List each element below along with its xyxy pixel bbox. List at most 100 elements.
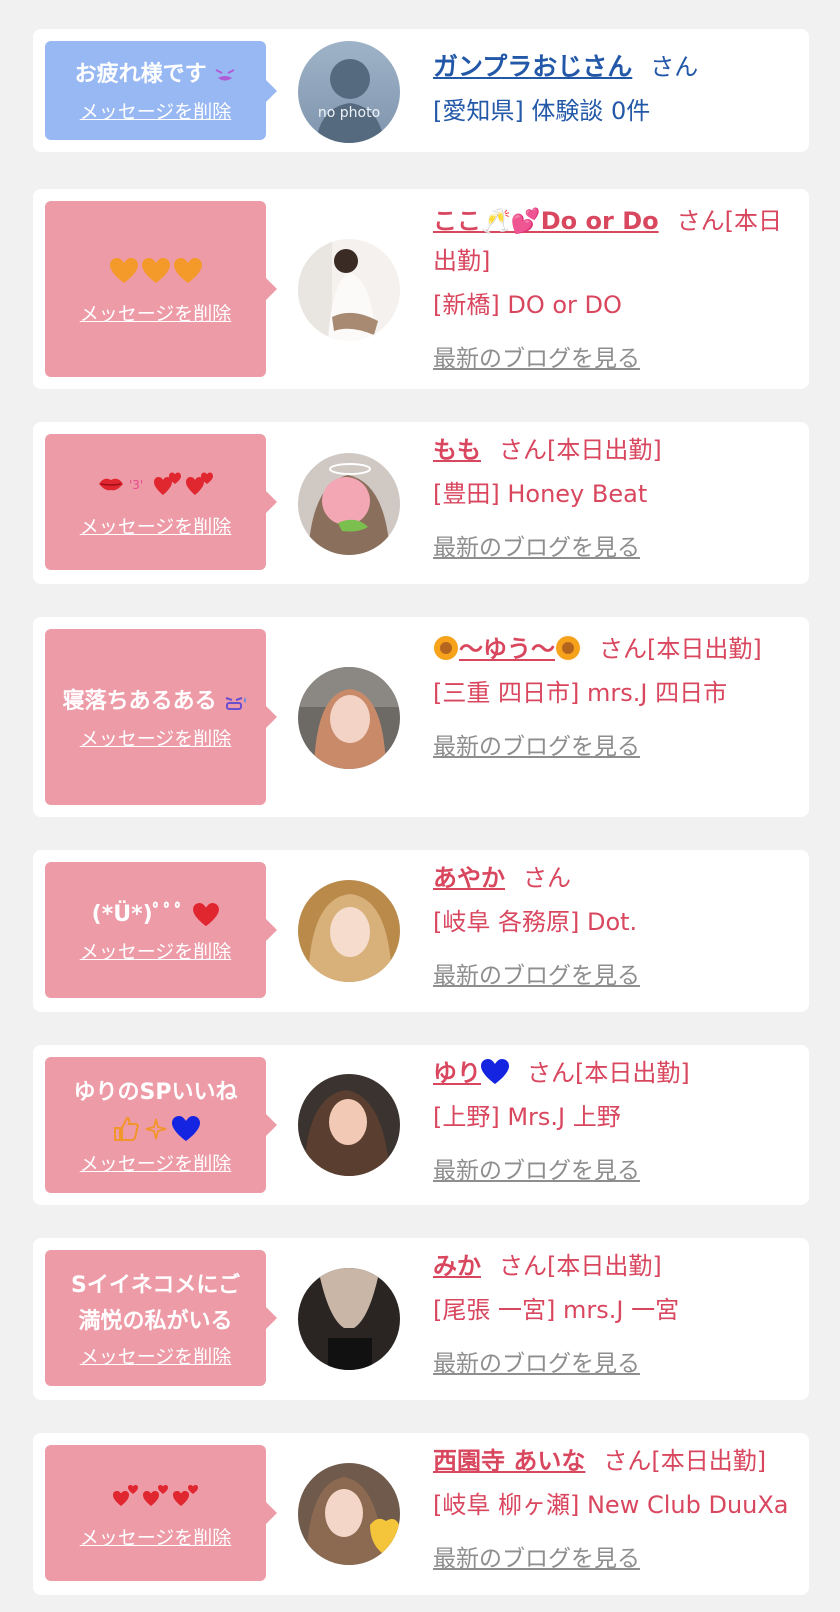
message-bubble: (*Ü*)ﾟﾟﾟ メッセージを削除 xyxy=(45,862,277,998)
avatar[interactable] xyxy=(298,667,400,769)
member-photo xyxy=(298,880,400,982)
message-text: 寝落ちあるある xyxy=(57,684,255,720)
honorific: さん xyxy=(650,53,699,81)
member-location: [新橋] DO or DO xyxy=(433,291,622,319)
message-card: メッセージを削除 ここ🥂💕Do or Do さん[本日出勤] [新橋] DO or… xyxy=(33,189,809,389)
message-text: ゆりのSPいいね xyxy=(73,1079,238,1105)
message-bubble: お疲れ様です メッセージを削除 xyxy=(45,41,277,140)
avatar[interactable] xyxy=(298,1074,400,1176)
two-hearts-icon xyxy=(185,472,213,495)
tired-face-icon xyxy=(215,69,235,81)
member-info: 西園寺 あいな さん[本日出勤] [岐阜 柳ヶ瀬] New Club DuuXa … xyxy=(433,1441,805,1579)
message-card: '3' メッセージを削除 もも さん[本日出勤] [豊田] Honey Beat … xyxy=(33,422,809,584)
delete-message-link[interactable]: メッセージを削除 xyxy=(80,724,232,751)
revolving-hearts-icon xyxy=(142,1484,168,1506)
orange-heart-icon xyxy=(109,257,138,283)
message-emoji-row xyxy=(112,1111,200,1147)
member-photo xyxy=(298,1268,400,1370)
delete-message-link[interactable]: メッセージを削除 xyxy=(80,1342,232,1369)
avatar[interactable] xyxy=(298,1463,400,1565)
delete-message-link[interactable]: メッセージを削除 xyxy=(80,1523,232,1550)
member-location: [岐阜 柳ヶ瀬] New Club DuuXa xyxy=(433,1491,789,1519)
member-name-link[interactable]: ここ🥂💕Do or Do xyxy=(433,207,659,235)
message-text: お疲れ様です xyxy=(69,57,243,93)
avatar[interactable]: no photo xyxy=(298,41,400,143)
member-info: ゆり さん[本日出勤] [上野] Mrs.J 上野 最新のブログを見る xyxy=(433,1053,793,1191)
message-card: 寝落ちあるある メッセージを削除 〜ゆう〜さん[本日出勤] [三重 四日市] xyxy=(33,617,809,817)
member-name-link[interactable]: みか xyxy=(433,1252,481,1280)
message-text: (*Ü*)ﾟﾟﾟ xyxy=(86,897,226,933)
member-name-link[interactable]: 〜ゆう〜 xyxy=(433,635,581,663)
message-bubble: '3' メッセージを削除 xyxy=(45,434,277,570)
message-card: お疲れ様です メッセージを削除 no photo ガンプラおじさん さん [愛知… xyxy=(33,29,809,152)
message-emoji-row xyxy=(109,253,202,289)
no-photo-silhouette-icon xyxy=(298,41,400,143)
member-info: ここ🥂💕Do or Do さん[本日出勤] [新橋] DO or DO 最新のブロ… xyxy=(433,201,793,379)
thumbs-up-icon xyxy=(113,1116,139,1141)
member-name-link[interactable]: ガンプラおじさん xyxy=(433,52,632,81)
avatar[interactable] xyxy=(298,880,400,982)
message-bubble: メッセージを削除 xyxy=(45,1445,277,1581)
red-heart-icon xyxy=(193,902,220,926)
message-card: (*Ü*)ﾟﾟﾟ メッセージを削除 あやか さん [岐阜 各務原] Dot. 最新… xyxy=(33,850,809,1012)
honorific: さん xyxy=(523,864,571,892)
member-info: 〜ゆう〜 さん[本日出勤] [三重 四日市] mrs.J 四日市 最新のブログを見… xyxy=(433,629,793,767)
avatar[interactable] xyxy=(298,453,400,555)
member-name-link[interactable]: もも xyxy=(433,436,481,464)
latest-blog-link[interactable]: 最新のブログを見る xyxy=(433,528,640,568)
message-emoji-row: '3' xyxy=(98,466,214,502)
message-card: Sイイネコメにご満悦の私がいる メッセージを削除 みか さん[本日出勤] [尾張 … xyxy=(33,1238,809,1400)
sweat-face-icon xyxy=(226,696,247,710)
svg-text:'3': '3' xyxy=(129,478,143,492)
orange-heart-icon xyxy=(141,257,170,283)
message-bubble: Sイイネコメにご満悦の私がいる メッセージを削除 xyxy=(45,1250,277,1386)
latest-blog-link[interactable]: 最新のブログを見る xyxy=(433,1151,640,1191)
avatar[interactable] xyxy=(298,1268,400,1370)
delete-message-link[interactable]: メッセージを削除 xyxy=(80,512,232,539)
delete-message-link[interactable]: メッセージを削除 xyxy=(80,1149,232,1176)
honorific: さん[本日出勤] xyxy=(603,1447,767,1475)
member-photo xyxy=(298,1074,400,1176)
member-location: [三重 四日市] mrs.J 四日市 xyxy=(433,679,728,707)
delete-message-link[interactable]: メッセージを削除 xyxy=(80,937,232,964)
delete-message-link[interactable]: メッセージを削除 xyxy=(80,299,232,326)
member-location: [尾張 一宮] mrs.J 一宮 xyxy=(433,1296,680,1324)
blue-heart-icon xyxy=(171,1115,200,1141)
member-info: みか さん[本日出勤] [尾張 一宮] mrs.J 一宮 最新のブログを見る xyxy=(433,1246,793,1384)
member-photo xyxy=(298,1463,400,1565)
member-location: [愛知県] 体験談 0件 xyxy=(433,97,651,125)
honorific: さん[本日出勤] xyxy=(527,1059,690,1087)
lips-icon xyxy=(98,478,123,490)
latest-blog-link[interactable]: 最新のブログを見る xyxy=(433,1344,640,1384)
sunflower-icon xyxy=(434,636,458,660)
latest-blog-link[interactable]: 最新のブログを見る xyxy=(433,727,640,767)
avatar[interactable] xyxy=(298,239,400,341)
revolving-hearts-icon xyxy=(172,1484,198,1506)
no-photo-label: no photo xyxy=(317,105,381,121)
latest-blog-link[interactable]: 最新のブログを見る xyxy=(433,956,640,996)
message-emoji-row xyxy=(112,1477,199,1513)
member-location: [豊田] Honey Beat xyxy=(433,480,648,508)
sunflower-icon xyxy=(556,636,580,660)
sparkles-icon xyxy=(145,1118,166,1139)
message-bubble: 寝落ちあるある メッセージを削除 xyxy=(45,629,277,805)
honorific: さん[本日出勤] xyxy=(499,436,662,464)
orange-heart-icon xyxy=(173,257,202,283)
honorific: さん[本日出勤] xyxy=(599,635,762,663)
member-photo xyxy=(298,667,400,769)
two-hearts-icon xyxy=(153,472,181,495)
delete-message-link[interactable]: メッセージを削除 xyxy=(80,97,232,124)
member-name-link[interactable]: 西園寺 あいな xyxy=(433,1447,585,1475)
latest-blog-link[interactable]: 最新のブログを見る xyxy=(433,339,640,379)
member-name-link[interactable]: あやか xyxy=(433,864,505,892)
blue-heart-icon xyxy=(481,1059,509,1084)
member-location: [上野] Mrs.J 上野 xyxy=(433,1103,621,1131)
member-name-link[interactable]: ゆり xyxy=(433,1059,509,1087)
kiss-face-icon: '3' xyxy=(129,478,143,492)
member-photo xyxy=(298,453,400,555)
message-bubble: メッセージを削除 xyxy=(45,201,277,377)
message-card: メッセージを削除 西園寺 あいな さん[本日出勤] [岐阜 柳ヶ瀬] New Cl… xyxy=(33,1433,809,1595)
latest-blog-link[interactable]: 最新のブログを見る xyxy=(433,1539,640,1579)
message-bubble: ゆりのSPいいね メッセージを削除 xyxy=(45,1057,277,1193)
message-card: ゆりのSPいいね メッセージを削除 ゆり さん[本日出勤] [上野] Mrs.J … xyxy=(33,1045,809,1205)
